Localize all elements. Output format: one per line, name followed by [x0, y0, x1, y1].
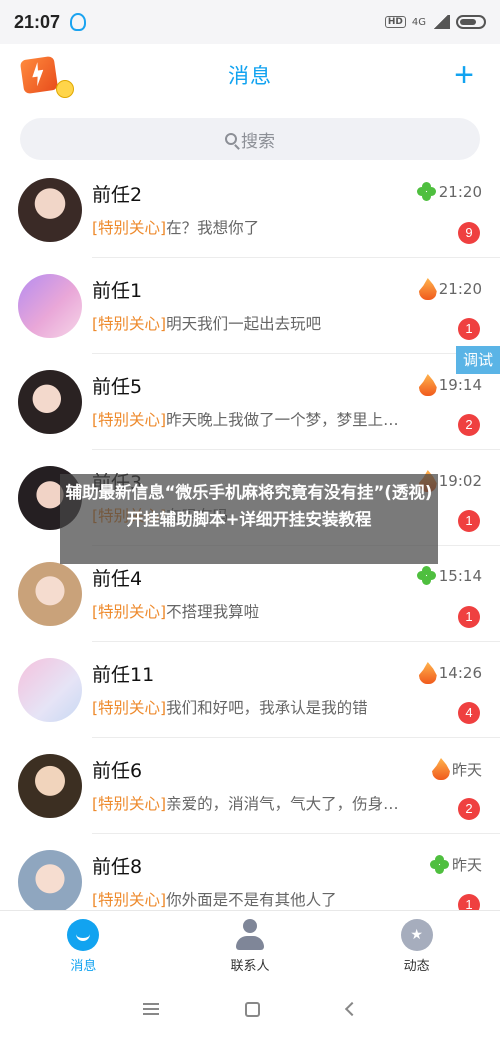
avatar[interactable]: [18, 562, 82, 626]
tab-messages[interactable]: 消息: [0, 911, 167, 978]
message-time: 19:14: [438, 376, 482, 394]
message-time: 15:14: [438, 567, 482, 585]
conversation-meta: 21:20: [416, 182, 482, 202]
network-label: 4G: [411, 16, 426, 28]
bottom-tab-bar: 消息 联系人 动态: [0, 910, 500, 978]
message-preview: [特别关心]在？我想你了: [92, 216, 437, 238]
recent-apps-icon[interactable]: [143, 1003, 160, 1015]
star-icon: [400, 919, 433, 951]
unread-badge: 4: [458, 702, 480, 724]
message-preview: [特别关心]明天我们一起出去玩吧: [92, 312, 437, 334]
status-emoji-icon: [56, 80, 74, 98]
app-header: 消息 +: [0, 44, 500, 106]
unread-badge: 9: [458, 222, 480, 244]
message-text: 不搭理我算啦: [166, 603, 260, 621]
search-placeholder: 搜索: [241, 131, 275, 152]
unread-badge: 1: [458, 894, 480, 910]
message-text: 亲爱的，消消气，气大了，伤身…: [166, 795, 399, 813]
special-care-tag: [特别关心]: [92, 891, 167, 909]
search-icon: [225, 133, 237, 145]
tab-moments[interactable]: 动态: [333, 911, 500, 978]
conversation-row[interactable]: 前任1 [特别关心]明天我们一起出去玩吧 21:20 1: [0, 258, 500, 354]
message-text: 在？我想你了: [166, 219, 260, 237]
message-text: 你外面是不是有其他人了: [166, 891, 337, 909]
message-text: 明天我们一起出去玩吧: [166, 315, 322, 333]
conversation-meta: 21:20: [418, 278, 482, 300]
message-time: 昨天: [451, 856, 482, 874]
fire-icon: [431, 758, 450, 780]
message-preview: [特别关心]亲爱的，消消气，气大了，伤身…: [92, 792, 437, 814]
hd-icon: HD: [384, 16, 406, 28]
message-time: 21:20: [438, 280, 482, 298]
avatar[interactable]: [18, 370, 82, 434]
message-preview: [特别关心]昨天晚上我做了一个梦，梦里上…: [92, 408, 437, 430]
fire-icon: [418, 662, 437, 684]
conversation-meta: 昨天: [431, 758, 482, 780]
special-care-tag: [特别关心]: [92, 603, 167, 621]
clover-icon: [416, 566, 437, 586]
conversation-meta: 昨天: [429, 854, 482, 875]
tab-label: 消息: [70, 959, 97, 974]
debug-button[interactable]: 调试: [456, 346, 500, 374]
unread-badge: 2: [458, 798, 480, 820]
system-nav-bar: [0, 978, 500, 1040]
tab-label: 联系人: [230, 959, 270, 974]
chat-icon: [67, 919, 100, 951]
message-preview: [特别关心]我们和好吧，我承认是我的错: [92, 696, 437, 718]
special-care-tag: [特别关心]: [92, 699, 167, 717]
home-icon[interactable]: [245, 1001, 261, 1017]
status-bar: 21:07 HD 4G: [0, 0, 500, 44]
battery-icon: [456, 15, 486, 29]
unread-badge: 1: [458, 510, 480, 532]
contacts-icon: [234, 919, 266, 951]
tab-contacts[interactable]: 联系人: [167, 911, 334, 978]
clover-icon: [429, 854, 450, 875]
avatar[interactable]: [18, 178, 82, 242]
signal-icon: [432, 15, 450, 29]
conversation-row[interactable]: 前任11 [特别关心]我们和好吧，我承认是我的错 14:26 4: [0, 642, 500, 738]
fire-icon: [418, 278, 437, 300]
message-time: 19:02: [438, 472, 482, 490]
overlay-banner: 辅助最新信息“微乐手机麻将究竟有没有挂”(透视)开挂辅助脚本+详细开挂安装教程: [60, 474, 438, 564]
add-button[interactable]: +: [454, 58, 474, 92]
message-text: 昨天晚上我做了一个梦，梦里上…: [166, 411, 399, 429]
status-indicators: HD 4G: [384, 15, 486, 29]
message-text: 我们和好吧，我承认是我的错: [166, 699, 368, 717]
special-care-tag: [特别关心]: [92, 219, 167, 237]
status-time: 21:07: [14, 11, 61, 32]
special-care-tag: [特别关心]: [92, 315, 167, 333]
unread-badge: 1: [458, 318, 480, 340]
avatar[interactable]: [18, 658, 82, 722]
conversation-row[interactable]: 前任5 [特别关心]昨天晚上我做了一个梦，梦里上… 19:14 2: [0, 354, 500, 450]
message-preview: [特别关心]不搭理我算啦: [92, 600, 437, 622]
avatar[interactable]: [18, 850, 82, 910]
message-time: 14:26: [438, 664, 482, 682]
conversation-row[interactable]: 前任6 [特别关心]亲爱的，消消气，气大了，伤身… 昨天 2: [0, 738, 500, 834]
page-title: 消息: [228, 64, 272, 88]
avatar[interactable]: [18, 754, 82, 818]
conversation-meta: 19:14: [418, 374, 482, 396]
conversation-meta: 15:14: [416, 566, 482, 586]
message-time: 昨天: [451, 760, 482, 779]
message-preview: [特别关心]你外面是不是有其他人了: [92, 888, 437, 910]
conversation-row[interactable]: 前任2 [特别关心]在？我想你了 21:20 9: [0, 162, 500, 258]
search-bar[interactable]: 搜索: [20, 118, 480, 160]
conversation-meta: 14:26: [418, 662, 482, 684]
unread-badge: 2: [458, 414, 480, 436]
special-care-tag: [特别关心]: [92, 411, 167, 429]
unread-badge: 1: [458, 606, 480, 628]
clover-icon: [416, 182, 437, 202]
fire-icon: [418, 374, 437, 396]
special-care-tag: [特别关心]: [92, 795, 167, 813]
back-icon[interactable]: [344, 1001, 359, 1017]
tab-label: 动态: [403, 959, 430, 974]
user-avatar-icon[interactable]: [19, 55, 59, 95]
message-time: 21:20: [438, 183, 482, 201]
qq-notification-icon: [70, 13, 87, 31]
avatar[interactable]: [18, 274, 82, 338]
conversation-row[interactable]: 前任8 [特别关心]你外面是不是有其他人了 昨天 1: [0, 834, 500, 910]
